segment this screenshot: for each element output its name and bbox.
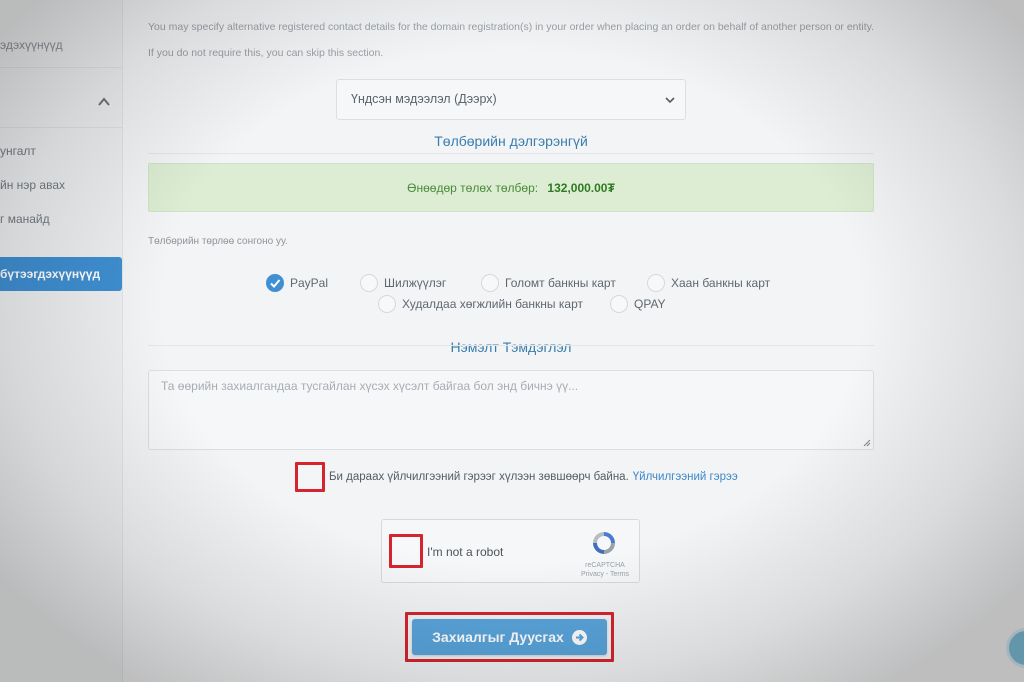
sidebar-item-label: бүтээгдэхүүнүүд xyxy=(0,267,101,281)
notes-title: Нэмэлт Тэмдэглэл xyxy=(450,339,572,355)
recaptcha-label: I'm not a robot xyxy=(427,545,504,559)
amount-due-box: Өнөөдөр төлөх төлбөр: 132,000.00₮ xyxy=(148,163,874,212)
payment-method-golomt[interactable]: Голомт банкны карт xyxy=(481,274,616,292)
payment-method-label: Худалдаа хөгжлийн банкны карт xyxy=(402,297,583,311)
divider xyxy=(148,153,874,154)
payment-section-title: Төлбөрийн дэлгэрэнгүй xyxy=(148,133,874,154)
sidebar-section-header[interactable] xyxy=(0,82,123,128)
recaptcha-brand: reCAPTCHA Privacy - Terms xyxy=(578,561,632,579)
radio-icon[interactable] xyxy=(378,295,396,313)
complete-order-button[interactable]: Захиалгыг Дуусгах xyxy=(412,619,607,655)
recaptcha-brand-name: reCAPTCHA xyxy=(585,562,625,569)
tos-checkbox[interactable] xyxy=(295,462,325,492)
sidebar-item-active[interactable]: бүтээгдэхүүнүүд xyxy=(0,257,122,291)
sidebar: эдэхүүнүүд унгалт йн нэр авах г манайд б… xyxy=(0,0,123,682)
complete-order-label: Захиалгыг Дуусгах xyxy=(432,629,564,645)
payment-method-paypal[interactable]: PayPal xyxy=(266,274,328,292)
notes-placeholder: Та өөрийн захиалгандаа тусгайлан хүсэх х… xyxy=(161,379,579,393)
amount-due-label: Өнөөдөр төлөх төлбөр: xyxy=(407,181,539,195)
radio-icon[interactable] xyxy=(360,274,378,292)
divider xyxy=(148,345,874,346)
sidebar-item-label: йн нэр авах xyxy=(0,178,66,192)
intro-text: You may specify alternative registered c… xyxy=(148,21,875,59)
payment-method-label: Голомт банкны карт xyxy=(505,276,616,290)
payment-method-hint: Төлбөрийн төрлөө сонгоно уу. xyxy=(148,236,288,247)
sidebar-item-2[interactable]: йн нэр авах xyxy=(0,178,123,192)
submit-highlight: Захиалгыг Дуусгах xyxy=(405,612,614,662)
payment-method-label: QPAY xyxy=(634,297,666,311)
sidebar-item-products[interactable]: эдэхүүнүүд xyxy=(0,28,123,68)
resize-grip-icon[interactable] xyxy=(863,439,871,447)
chat-button[interactable] xyxy=(1006,628,1024,668)
notes-textarea[interactable]: Та өөрийн захиалгандаа тусгайлан хүсэх х… xyxy=(148,370,874,450)
payment-method-label: Шилжүүлэг xyxy=(384,276,447,290)
radio-icon[interactable] xyxy=(481,274,499,292)
chevron-up-icon[interactable] xyxy=(98,96,110,108)
recaptcha-links[interactable]: Privacy - Terms xyxy=(578,570,632,579)
payment-method-tdb[interactable]: Худалдаа хөгжлийн банкны карт xyxy=(378,295,583,313)
payment-method-qpay[interactable]: QPAY xyxy=(610,295,666,313)
contact-select[interactable]: Үндсэн мэдээлэл (Дээрх) xyxy=(336,79,686,120)
radio-icon[interactable] xyxy=(610,295,628,313)
recaptcha-checkbox[interactable] xyxy=(389,534,423,568)
sidebar-item-label: г манайд xyxy=(0,212,50,226)
tos-row: Би дараах үйлчилгээний гэрээг хүлээн зөв… xyxy=(295,462,738,492)
chevron-down-icon xyxy=(665,97,675,104)
amount-due-value: 132,000.00₮ xyxy=(547,181,615,195)
tos-text: Би дараах үйлчилгээний гэрээг хүлээн зөв… xyxy=(329,471,629,483)
tos-link[interactable]: Үйлчилгээний гэрээ xyxy=(633,471,738,483)
arrow-circle-right-icon xyxy=(571,629,587,645)
payment-title: Төлбөрийн дэлгэрэнгүй xyxy=(434,133,588,149)
sidebar-item-label: эдэхүүнүүд xyxy=(0,38,63,52)
payment-method-label: Хаан банкны карт xyxy=(671,276,771,290)
payment-method-label: PayPal xyxy=(290,276,329,290)
payment-method-transfer[interactable]: Шилжүүлэг xyxy=(360,274,446,292)
radio-icon[interactable] xyxy=(647,274,665,292)
recaptcha-widget: I'm not a robot reCAPTCHA Privacy - Term… xyxy=(381,519,640,583)
contact-select-value: Үндсэн мэдээлэл (Дээрх) xyxy=(351,92,497,106)
sidebar-item-label: унгалт xyxy=(0,144,36,158)
recaptcha-logo-icon xyxy=(593,532,615,554)
payment-method-khan[interactable]: Хаан банкны карт xyxy=(647,274,770,292)
sidebar-item-1[interactable]: унгалт xyxy=(0,144,123,158)
sidebar-item-3[interactable]: г манайд xyxy=(0,212,123,226)
radio-checked-icon[interactable] xyxy=(266,274,284,292)
notes-section-title: Нэмэлт Тэмдэглэл xyxy=(148,339,874,355)
